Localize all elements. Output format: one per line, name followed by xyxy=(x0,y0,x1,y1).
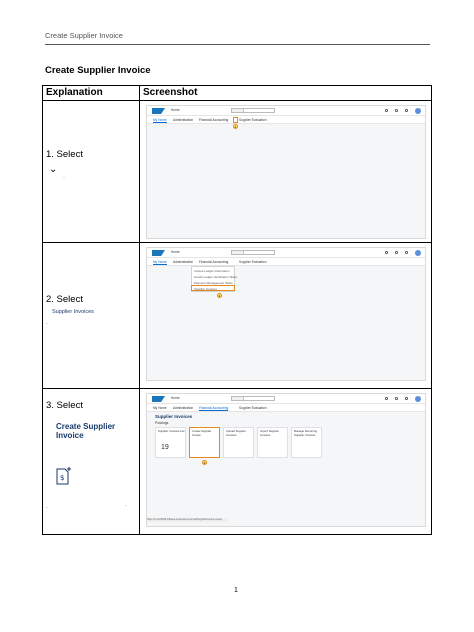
notification-icon[interactable] xyxy=(405,397,408,400)
page-number: 1 xyxy=(234,587,238,594)
create-supplier-invoice-label: Create Supplier Invoice xyxy=(56,422,116,440)
step-3-label: 3. Select xyxy=(46,400,83,411)
step-2-screenshot: Home My Home Administration Financial Ac… xyxy=(146,247,426,381)
step-row-3: 3. Select Create Supplier Invoice $ · · … xyxy=(42,388,432,535)
step-row-1: 1. Select ⌄ · Home My Home Administratio… xyxy=(42,100,432,243)
search-icon[interactable] xyxy=(385,251,388,254)
search-icon[interactable] xyxy=(385,397,388,400)
space-tabs: My Home Administration Financial Account… xyxy=(147,258,425,266)
tab-administration[interactable]: Administration xyxy=(173,406,193,410)
group-title: Supplier Invoices xyxy=(155,414,193,419)
tile-count: 19 xyxy=(161,444,169,451)
help-icon[interactable] xyxy=(395,397,398,400)
tab-supplier-evaluation[interactable]: Supplier Evaluation xyxy=(239,406,266,410)
column-header-screenshot: Screenshot xyxy=(139,85,432,101)
column-header-explanation: Explanation xyxy=(42,85,140,101)
tab-my-home[interactable]: My Home xyxy=(153,260,167,265)
tile-label: Supplier Invoices List xyxy=(158,429,185,433)
help-icon[interactable] xyxy=(395,109,398,112)
step-1-explanation: 1. Select ⌄ · xyxy=(42,100,140,243)
callout-badge-3: 3 xyxy=(202,460,207,465)
invoice-add-icon: $ xyxy=(56,467,71,485)
search-field[interactable] xyxy=(231,396,275,401)
notification-icon[interactable] xyxy=(405,109,408,112)
header-rule xyxy=(45,44,430,45)
home-label: Home xyxy=(171,250,180,254)
supplier-invoices-label: Supplier Invoices xyxy=(52,309,94,315)
shell-bar: Home xyxy=(147,106,425,116)
search-field[interactable] xyxy=(231,108,275,113)
tile-supplier-invoices-list[interactable]: Supplier Invoices List 19 xyxy=(155,427,186,458)
step-3-explanation: 3. Select Create Supplier Invoice $ · · xyxy=(42,388,140,535)
user-avatar[interactable] xyxy=(415,396,421,402)
tile-label: Manage Recurring Supplier Invoices xyxy=(294,429,318,437)
menu-item[interactable]: Invoice Lodger Information xyxy=(194,269,230,273)
tile-import-supplier-invoices[interactable]: Import Supplier Invoices xyxy=(257,427,288,458)
bullet-dot: · xyxy=(63,175,65,181)
home-label: Home xyxy=(171,396,180,400)
space-tabs: My Home Administration Financial Account… xyxy=(147,404,425,412)
tile-label: Upload Supplier Invoices xyxy=(226,429,246,437)
bullet-dot: · xyxy=(125,503,127,509)
sap-logo-icon xyxy=(152,396,165,402)
group-subtitle: Postings xyxy=(155,421,169,425)
steps-table: Explanation Screenshot 1. Select ⌄ · Hom… xyxy=(42,85,432,535)
tab-administration[interactable]: Administration xyxy=(173,118,193,122)
status-bar: https://my123456.s4hana.ondemand.com/ui#… xyxy=(147,518,227,522)
tab-my-home[interactable]: My Home xyxy=(153,118,167,123)
step-row-2: 2. Select Supplier Invoices · Home My Ho… xyxy=(42,242,432,389)
tile-manage-recurring-supplier-invoices[interactable]: Manage Recurring Supplier Invoices xyxy=(291,427,322,458)
tile-create-supplier-invoice[interactable]: Create Supplier Invoice xyxy=(189,427,220,458)
help-icon[interactable] xyxy=(395,251,398,254)
tab-financial-accounting[interactable]: Financial Accounting xyxy=(199,406,229,411)
shell-bar: Home xyxy=(147,248,425,258)
sap-logo-icon xyxy=(152,108,165,114)
tab-administration[interactable]: Administration xyxy=(173,260,193,264)
highlight-chevron xyxy=(233,117,238,123)
running-header: Create Supplier Invoice xyxy=(45,31,123,40)
bullet-dot: · xyxy=(46,505,48,511)
chevron-down-icon: ⌄ xyxy=(49,164,58,175)
user-avatar[interactable] xyxy=(415,250,421,256)
home-label: Home xyxy=(171,108,180,112)
tab-financial-accounting[interactable]: Financial Accounting xyxy=(199,118,228,122)
step-2-screenshot-cell: Home My Home Administration Financial Ac… xyxy=(139,242,432,389)
sap-logo-icon xyxy=(152,250,165,256)
document-title: Create Supplier Invoice xyxy=(45,65,151,76)
search-icon[interactable] xyxy=(385,109,388,112)
step-2-label: 2. Select xyxy=(46,294,83,305)
tab-supplier-evaluation[interactable]: Supplier Evaluation xyxy=(239,260,266,264)
tile-upload-supplier-invoices[interactable]: Upload Supplier Invoices xyxy=(223,427,254,458)
space-tabs: My Home Administration Financial Account… xyxy=(147,116,425,124)
step-3-screenshot: Home My Home Administration Financial Ac… xyxy=(146,393,426,527)
step-2-explanation: 2. Select Supplier Invoices · xyxy=(42,242,140,389)
search-field[interactable] xyxy=(231,250,275,255)
tab-financial-accounting[interactable]: Financial Accounting xyxy=(199,260,228,264)
step-1-screenshot: Home My Home Administration Financial Ac… xyxy=(146,105,426,239)
highlight-supplier-invoices xyxy=(191,285,235,291)
step-1-screenshot-cell: Home My Home Administration Financial Ac… xyxy=(139,100,432,243)
step-1-label: 1. Select xyxy=(46,149,83,160)
tile-label: Create Supplier Invoice xyxy=(192,429,212,437)
tile-label: Import Supplier Invoices xyxy=(260,429,279,437)
tab-supplier-evaluation[interactable]: Supplier Evaluation xyxy=(239,118,266,122)
user-avatar[interactable] xyxy=(415,108,421,114)
bullet-dot: · xyxy=(46,321,48,327)
menu-item[interactable]: Goods Ledger Verification Tasks xyxy=(194,275,237,279)
callout-badge-1: 1 xyxy=(233,124,238,129)
shell-bar: Home xyxy=(147,394,425,404)
callout-badge-2: 2 xyxy=(217,293,222,298)
step-3-screenshot-cell: Home My Home Administration Financial Ac… xyxy=(139,388,432,535)
notification-icon[interactable] xyxy=(405,251,408,254)
tab-my-home[interactable]: My Home xyxy=(153,406,167,410)
svg-text:$: $ xyxy=(60,474,64,482)
